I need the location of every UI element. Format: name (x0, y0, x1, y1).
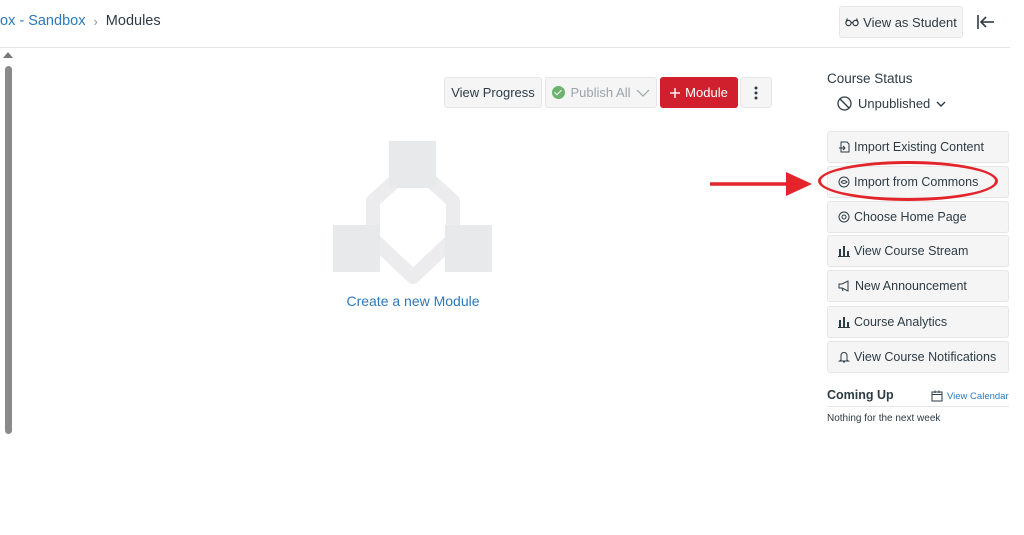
check-circle-icon (551, 86, 565, 99)
view-calendar-label: View Calendar (947, 390, 1009, 402)
coming-up-divider (827, 406, 1009, 407)
view-course-notifications-button[interactable]: View Course Notifications (827, 341, 1009, 373)
scroll-up-arrow-icon[interactable] (3, 52, 13, 58)
annotation-arrow-icon (710, 172, 812, 196)
course-analytics-button[interactable]: Course Analytics (827, 306, 1009, 338)
breadcrumb: ox - Sandbox › Modules (0, 13, 161, 29)
course-status-heading: Course Status (827, 71, 913, 86)
create-module-link[interactable]: Create a new Module (333, 293, 493, 309)
coming-up-heading: Coming Up (827, 388, 894, 402)
plus-icon (670, 87, 681, 98)
add-module-button[interactable]: Module (660, 77, 738, 108)
chevron-down-icon (936, 101, 946, 107)
kebab-menu-icon (754, 86, 758, 99)
annotation-highlight-ellipse (818, 161, 998, 201)
calendar-icon (931, 390, 943, 402)
import-icon (839, 141, 850, 153)
coming-up-empty-text: Nothing for the next week (827, 413, 941, 424)
publish-all-label: Publish All (570, 85, 631, 100)
view-as-student-label: View as Student (863, 14, 957, 30)
choose-home-page-label: Choose Home Page (854, 210, 967, 224)
megaphone-icon (838, 280, 849, 292)
new-announcement-label: New Announcement (855, 279, 967, 293)
collapse-sidebar-icon[interactable] (976, 12, 996, 32)
breadcrumb-course-link[interactable]: ox - Sandbox (0, 13, 85, 29)
view-progress-label: View Progress (451, 85, 535, 100)
course-status-value: Unpublished (858, 96, 931, 111)
bar-chart-icon (838, 317, 850, 328)
view-course-notifications-label: View Course Notifications (854, 350, 997, 364)
more-options-button[interactable] (740, 77, 772, 108)
glasses-icon (845, 18, 859, 27)
bell-icon (838, 351, 850, 363)
view-progress-button[interactable]: View Progress (444, 77, 542, 108)
breadcrumb-separator-icon: › (93, 13, 98, 29)
chevron-down-icon (637, 89, 650, 97)
choose-home-page-button[interactable]: Choose Home Page (827, 201, 1009, 233)
view-as-student-button[interactable]: View as Student (839, 6, 963, 38)
bar-chart-icon (838, 246, 850, 257)
view-course-stream-label: View Course Stream (854, 244, 969, 258)
new-announcement-button[interactable]: New Announcement (827, 270, 1009, 302)
module-placeholder-icon (333, 141, 492, 284)
breadcrumb-current: Modules (105, 13, 161, 29)
add-module-label: Module (685, 85, 728, 100)
scrollbar-thumb[interactable] (5, 66, 12, 434)
course-analytics-label: Course Analytics (854, 315, 948, 329)
view-course-stream-button[interactable]: View Course Stream (827, 235, 1009, 267)
import-existing-content-label: Import Existing Content (854, 140, 984, 154)
target-icon (838, 211, 850, 223)
import-existing-content-button[interactable]: Import Existing Content (827, 131, 1009, 163)
publish-all-button[interactable]: Publish All (545, 77, 657, 108)
page-header: ox - Sandbox › Modules View as Student (0, 0, 1010, 48)
course-status-dropdown[interactable]: Unpublished (837, 96, 946, 111)
view-calendar-link[interactable]: View Calendar (931, 390, 1009, 402)
unpublished-icon (837, 96, 852, 111)
